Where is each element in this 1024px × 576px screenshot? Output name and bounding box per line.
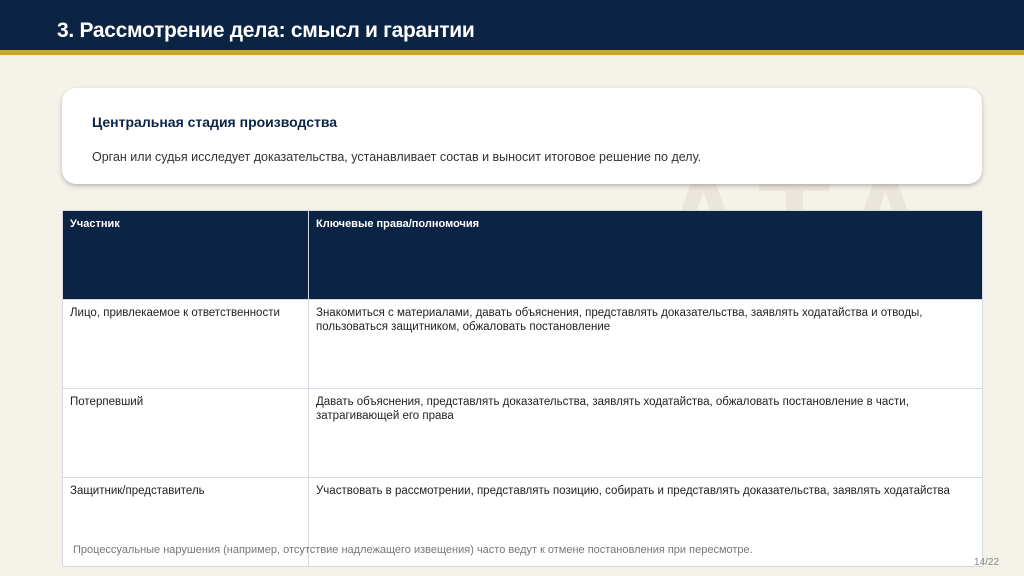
table-cell: Знакомиться с материалами, давать объясн…: [308, 299, 983, 389]
table-header-row: Участник Ключевые права/полномочия: [62, 210, 983, 300]
footnote: Процессуальные нарушения (например, отсу…: [73, 544, 753, 556]
slide-title: 3. Рассмотрение дела: смысл и гарантии: [57, 19, 475, 42]
column-header: Ключевые права/полномочия: [308, 210, 983, 300]
table-row: Потерпевший Давать объяснения, представл…: [62, 388, 983, 478]
page-number: 14/22: [974, 557, 1000, 568]
card-title: Центральная стадия производства: [92, 114, 338, 130]
card-text: Орган или судья исследует доказательства…: [92, 150, 702, 164]
table-cell: Потерпевший: [62, 388, 309, 478]
header-accent-line: [0, 50, 1024, 55]
participants-table: Участник Ключевые права/полномочия Лицо,…: [62, 210, 983, 567]
table-cell: Лицо, привлекаемое к ответственности: [62, 299, 309, 389]
table-row: Лицо, привлекаемое к ответственности Зна…: [62, 299, 983, 389]
info-card: Центральная стадия производства Орган ил…: [62, 88, 982, 184]
column-header: Участник: [62, 210, 309, 300]
table-cell: Давать объяснения, представлять доказате…: [308, 388, 983, 478]
